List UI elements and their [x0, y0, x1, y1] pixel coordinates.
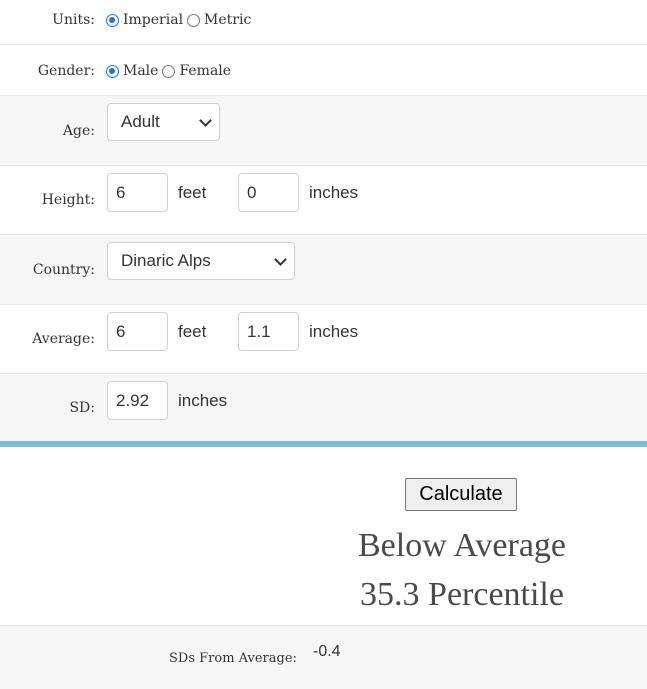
height-inches-value: 0: [247, 182, 257, 202]
gender-male-label[interactable]: Male: [123, 63, 158, 79]
sd-unit: inches: [178, 391, 228, 410]
height-row: Height: 6 feet 0 inches: [0, 166, 647, 235]
average-inches-input[interactable]: 1.1: [238, 312, 299, 351]
country-select-value: Dinaric Alps: [121, 251, 211, 270]
age-label: Age:: [62, 123, 95, 139]
sd-row: SD: 2.92 inches: [0, 374, 647, 441]
sd-value: 2.92: [116, 390, 150, 410]
height-feet-value: 6: [116, 182, 126, 202]
average-row: Average: 6 feet 1.1 inches: [0, 305, 647, 374]
gender-male-radio[interactable]: [106, 64, 119, 78]
gender-female-radio[interactable]: [162, 64, 176, 78]
section-divider: [0, 441, 647, 447]
height-label: Height:: [41, 192, 95, 208]
average-inches-unit: inches: [309, 322, 359, 341]
result-category: Below Average: [357, 527, 567, 564]
country-select[interactable]: Dinaric Alps: [107, 242, 295, 280]
chevron-down-icon: [199, 114, 212, 127]
gender-label: Gender:: [37, 63, 95, 79]
average-feet-value: 6: [116, 321, 126, 341]
height-feet-unit: feet: [178, 183, 207, 202]
result-percentile: 35.3 Percentile: [360, 576, 564, 613]
height-inches-input[interactable]: 0: [238, 173, 299, 212]
units-metric-radio[interactable]: [187, 13, 201, 27]
units-imperial-label[interactable]: Imperial: [123, 12, 183, 28]
units-row: Units: Imperial Metric: [0, 0, 647, 45]
country-label: Country:: [32, 262, 95, 278]
average-label: Average:: [32, 331, 95, 347]
chevron-down-icon: [274, 253, 287, 266]
sd-label: SD:: [69, 400, 95, 416]
gender-female-label[interactable]: Female: [179, 63, 231, 79]
height-feet-input[interactable]: 6: [107, 173, 168, 212]
average-inches-value: 1.1: [247, 321, 271, 341]
units-metric-label[interactable]: Metric: [204, 12, 251, 28]
age-row: Age: Adult: [0, 96, 647, 166]
age-select[interactable]: Adult: [107, 103, 220, 141]
gender-radio-group: Male Female: [106, 63, 235, 79]
average-feet-input[interactable]: 6: [107, 312, 168, 351]
units-imperial-radio[interactable]: [106, 13, 119, 27]
sd-input[interactable]: 2.92: [107, 381, 168, 420]
age-select-value: Adult: [121, 112, 160, 131]
calculate-button[interactable]: Calculate: [405, 478, 517, 511]
height-inches-unit: inches: [309, 183, 359, 202]
sds-from-average-label: SDs From Average:: [169, 651, 297, 666]
average-feet-unit: feet: [178, 322, 207, 341]
gender-row: Gender: Male Female: [0, 45, 647, 96]
sds-from-average-value: -0.4: [313, 643, 341, 660]
country-row: Country: Dinaric Alps: [0, 235, 647, 305]
units-radio-group: Imperial Metric: [106, 12, 255, 28]
units-label: Units:: [52, 12, 95, 28]
